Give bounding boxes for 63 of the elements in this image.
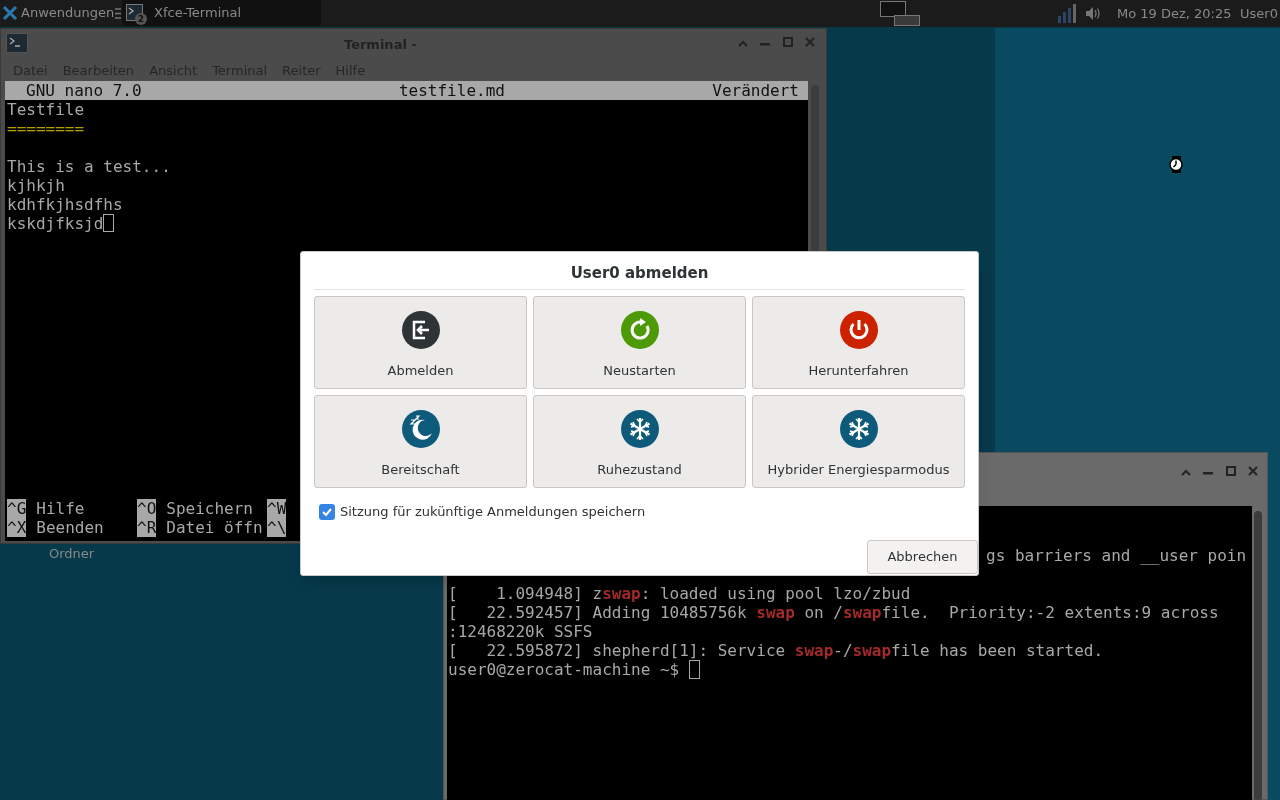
nano-filename: testfile.md	[398, 81, 505, 100]
text-cursor	[689, 660, 701, 679]
checkbox-label[interactable]: Sitzung für zukünftige Anmeldungen speichern	[340, 502, 646, 522]
menu-icon[interactable]	[115, 8, 121, 19]
text-line: [ 22.595872] shepherd[1]: Service swap-/swapfile has been started.	[448, 641, 1104, 660]
shade-icon[interactable]	[1181, 469, 1191, 476]
cross-icon	[2, 5, 18, 21]
applications-menu[interactable]: Anwendungen	[2, 3, 115, 23]
snowflake-icon	[838, 409, 879, 449]
suspend-button[interactable]: Bereitschaft	[314, 395, 527, 488]
restart-icon	[619, 310, 660, 350]
shortcut-label: Datei öffn	[166, 518, 263, 537]
shortcut-label: Hilfe	[36, 499, 85, 518]
logout-button[interactable]: Abmelden	[314, 296, 527, 389]
text-cursor	[103, 214, 115, 232]
power-icon	[838, 310, 879, 350]
restart-button[interactable]: Neustarten	[533, 296, 746, 389]
shell-prompt: user0@zerocat-machine ~$	[448, 660, 680, 679]
text-line: kjhkjh	[7, 176, 65, 195]
close-icon[interactable]	[1248, 466, 1258, 476]
shutdown-button[interactable]: Herunterfahren	[752, 296, 965, 389]
nano-modified-state: Verändert	[712, 81, 799, 100]
close-icon[interactable]	[805, 37, 815, 47]
workspace-switcher-icon[interactable]	[880, 1, 921, 26]
maximize-icon[interactable]	[1226, 466, 1236, 476]
clock[interactable]: Mo 19 Dez, 20:25	[1117, 4, 1232, 24]
dialog-title: User0 abmelden	[570, 262, 709, 284]
text-line: This is a test...	[7, 157, 171, 176]
shade-icon[interactable]	[738, 40, 748, 47]
maximize-icon[interactable]	[783, 37, 793, 47]
minimize-icon[interactable]	[1203, 472, 1213, 475]
watch-icon	[1168, 156, 1185, 173]
shortcut-key: ^R	[137, 518, 157, 537]
text-line: [ 22.592457] Adding 10485756k swap on /swapfile. Priority:-2 extents:9 across	[448, 603, 1219, 622]
shortcut-label: Speichern	[166, 499, 253, 518]
text-line: Testfile	[7, 100, 85, 119]
volume-icon[interactable]	[1086, 7, 1101, 20]
shortcut-label: Beenden	[36, 518, 104, 537]
desktop-icon-label[interactable]: Ordner	[49, 544, 95, 564]
window-count-badge: 2	[135, 13, 147, 25]
text-line: :12468220k SSFS	[448, 622, 593, 641]
taskbar-button[interactable]: 2 Xfce-Terminal	[122, 0, 321, 26]
signal-icon[interactable]	[1058, 4, 1076, 23]
checkbox[interactable]	[319, 503, 335, 520]
nano-version: GNU nano 7.0	[26, 81, 142, 100]
text-line: [ 1.094948] zswap: loaded using pool lzo/zbud	[448, 584, 911, 603]
shortcut-key: ^G	[7, 499, 27, 518]
moon-icon	[400, 409, 441, 449]
shortcut-key: ^\	[267, 518, 287, 537]
shortcut-key: ^X	[7, 518, 27, 537]
hibernate-button[interactable]: Ruhezustand	[533, 395, 746, 488]
cancel-button[interactable]: Abbrechen	[867, 540, 978, 574]
hybrid-button[interactable]: Hybrider Energiesparmodus	[752, 395, 965, 488]
text-line: kskdjfksjd	[7, 214, 104, 233]
terminal-icon	[126, 4, 143, 21]
logout-icon	[400, 310, 441, 350]
text-line: kdhfkjhsdfhs	[7, 195, 123, 214]
text-line: ========	[7, 119, 85, 138]
shortcut-key: ^O	[137, 499, 157, 518]
snowflake-icon	[619, 409, 660, 449]
text-line: gs barriers and __user poin	[986, 546, 1247, 565]
terminal-icon	[6, 33, 28, 53]
user-menu[interactable]: User0	[1240, 4, 1278, 24]
